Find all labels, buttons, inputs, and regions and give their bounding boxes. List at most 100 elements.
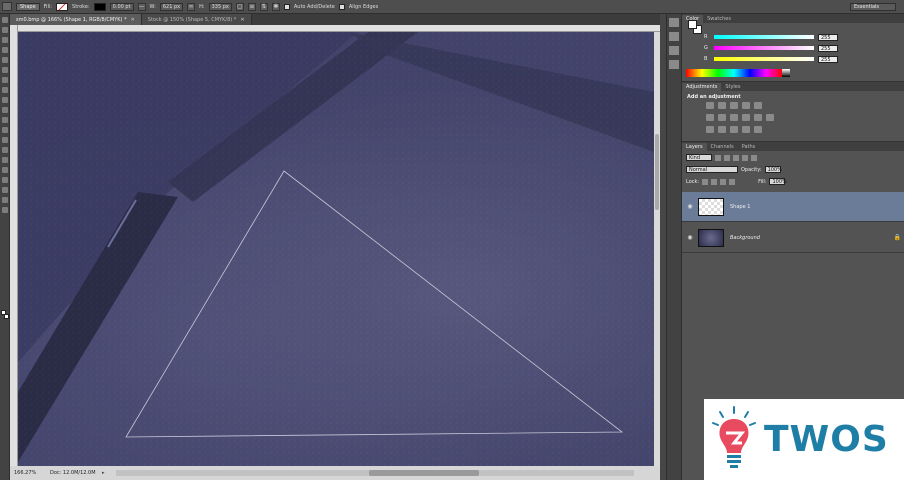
tab-paths[interactable]: Paths [738, 143, 760, 151]
tool-mode-dropdown[interactable]: Shape [16, 2, 40, 11]
horizontal-scrollbar-thumb[interactable] [369, 470, 479, 476]
photo-filter-icon[interactable] [742, 114, 750, 121]
horizontal-scrollbar[interactable] [116, 470, 634, 476]
filter-pixel-icon[interactable] [715, 154, 721, 161]
vertical-ruler[interactable] [10, 25, 18, 466]
layer-thumbnail[interactable] [698, 228, 724, 247]
history-panel-icon[interactable] [669, 18, 679, 27]
curves-icon[interactable] [730, 102, 738, 109]
close-icon[interactable]: ✕ [240, 17, 244, 23]
tools-panel-icon[interactable] [669, 60, 679, 69]
height-field[interactable]: 335 px [208, 2, 232, 11]
properties-panel-icon[interactable] [669, 32, 679, 41]
color-swatches[interactable] [1, 310, 9, 320]
exposure-icon[interactable] [742, 102, 750, 109]
path-arrangement-icon[interactable]: ⇅ [259, 2, 268, 11]
channel-mixer-icon[interactable] [754, 114, 762, 121]
blue-slider[interactable] [714, 57, 814, 61]
foreground-color-swatch[interactable] [1, 310, 6, 315]
crop-tool-icon[interactable] [1, 57, 8, 63]
brush-panel-icon[interactable] [669, 46, 679, 55]
zoom-tool-icon[interactable] [1, 207, 8, 213]
lock-position-icon[interactable] [720, 178, 727, 185]
document-canvas[interactable] [18, 32, 654, 466]
blur-tool-icon[interactable] [1, 137, 8, 143]
foreground-color-swatch[interactable] [688, 20, 697, 29]
horizontal-ruler[interactable] [18, 25, 660, 32]
opacity-field[interactable]: 100% [764, 166, 782, 173]
invert-icon[interactable] [706, 126, 714, 133]
marquee-tool-icon[interactable] [1, 27, 8, 33]
eye-icon[interactable]: ◉ [682, 203, 698, 210]
tab-document-1[interactable]: sm0.bmp @ 166% (Shape 1, RGB/8/CMYK) * ✕ [10, 14, 142, 25]
tab-layers[interactable]: Layers [682, 143, 707, 151]
pen-tool-icon[interactable] [2, 2, 12, 11]
color-spectrum-ramp[interactable] [686, 69, 782, 77]
filter-adjustment-icon[interactable] [724, 154, 730, 161]
workspace-switcher[interactable]: Essentials [850, 3, 896, 11]
type-tool-icon[interactable] [1, 167, 8, 173]
fill-field[interactable]: 100% [769, 178, 787, 185]
fill-swatch[interactable] [56, 2, 69, 11]
shape-tool-icon[interactable] [1, 187, 8, 193]
filter-kind-dropdown[interactable]: Kind [686, 154, 712, 161]
brightness-contrast-icon[interactable] [706, 102, 714, 109]
gradient-tool-icon[interactable] [1, 127, 8, 133]
move-tool-icon[interactable] [1, 17, 8, 23]
quick-select-tool-icon[interactable] [1, 47, 8, 53]
threshold-icon[interactable] [730, 126, 738, 133]
lasso-tool-icon[interactable] [1, 37, 8, 43]
status-menu-arrow-icon[interactable]: ▸ [102, 470, 110, 476]
path-operations-icon[interactable]: ▢ [235, 2, 244, 11]
gear-icon[interactable]: ✱ [271, 2, 280, 11]
blend-mode-dropdown[interactable]: Normal [686, 166, 738, 173]
healing-tool-icon[interactable] [1, 77, 8, 83]
stroke-type-icon[interactable]: — [137, 2, 146, 11]
eraser-tool-icon[interactable] [1, 117, 8, 123]
black-white-ramp[interactable] [782, 69, 790, 77]
link-icon[interactable]: ∞ [187, 2, 196, 11]
tab-document-2[interactable]: Stock @ 150% (Shape 5, CMYK/8) * ✕ [141, 14, 252, 25]
vibrance-icon[interactable] [754, 102, 762, 109]
stroke-width-field[interactable]: 0.00 pt [109, 2, 134, 11]
gradient-map-icon[interactable] [742, 126, 750, 133]
dodge-tool-icon[interactable] [1, 147, 8, 153]
layer-row-background[interactable]: ◉ Background 🔒 [682, 223, 904, 253]
close-icon[interactable]: ✕ [131, 17, 135, 23]
lock-all-icon[interactable] [729, 178, 736, 185]
lock-image-icon[interactable] [711, 178, 718, 185]
layer-name[interactable]: Shape 1 [730, 204, 750, 210]
tab-swatches[interactable]: Swatches [703, 15, 735, 23]
green-value-field[interactable]: 255 [818, 44, 838, 52]
history-brush-tool-icon[interactable] [1, 107, 8, 113]
zoom-level[interactable]: 166.27% [10, 470, 42, 476]
hand-tool-icon[interactable] [1, 197, 8, 203]
stroke-swatch[interactable] [93, 2, 106, 11]
layer-name[interactable]: Background [730, 235, 760, 241]
green-slider[interactable] [714, 46, 814, 50]
brush-tool-icon[interactable] [1, 87, 8, 93]
layer-thumbnail[interactable] [698, 197, 724, 216]
path-alignment-icon[interactable]: ≡ [247, 2, 256, 11]
clone-stamp-tool-icon[interactable] [1, 97, 8, 103]
selective-color-icon[interactable] [754, 126, 762, 133]
width-field[interactable]: 621 px [159, 2, 184, 11]
vertical-scrollbar[interactable] [654, 32, 660, 466]
hue-saturation-icon[interactable] [706, 114, 714, 121]
blue-value-field[interactable]: 255 [818, 55, 838, 63]
levels-icon[interactable] [718, 102, 726, 109]
vertical-scrollbar-thumb[interactable] [655, 134, 659, 210]
filter-smart-object-icon[interactable] [751, 154, 757, 161]
red-value-field[interactable]: 255 [818, 33, 838, 41]
auto-add-delete-checkbox[interactable] [283, 3, 290, 10]
filter-type-icon[interactable] [733, 154, 739, 161]
pen-tool-icon[interactable] [1, 157, 8, 163]
color-balance-icon[interactable] [718, 114, 726, 121]
tab-channels[interactable]: Channels [707, 143, 738, 151]
color-lookup-icon[interactable] [766, 114, 774, 121]
black-white-icon[interactable] [730, 114, 738, 121]
filter-shape-icon[interactable] [742, 154, 748, 161]
tab-styles[interactable]: Styles [721, 83, 744, 91]
layer-row-shape-1[interactable]: ◉ Shape 1 [682, 192, 904, 222]
align-edges-checkbox[interactable] [338, 3, 345, 10]
